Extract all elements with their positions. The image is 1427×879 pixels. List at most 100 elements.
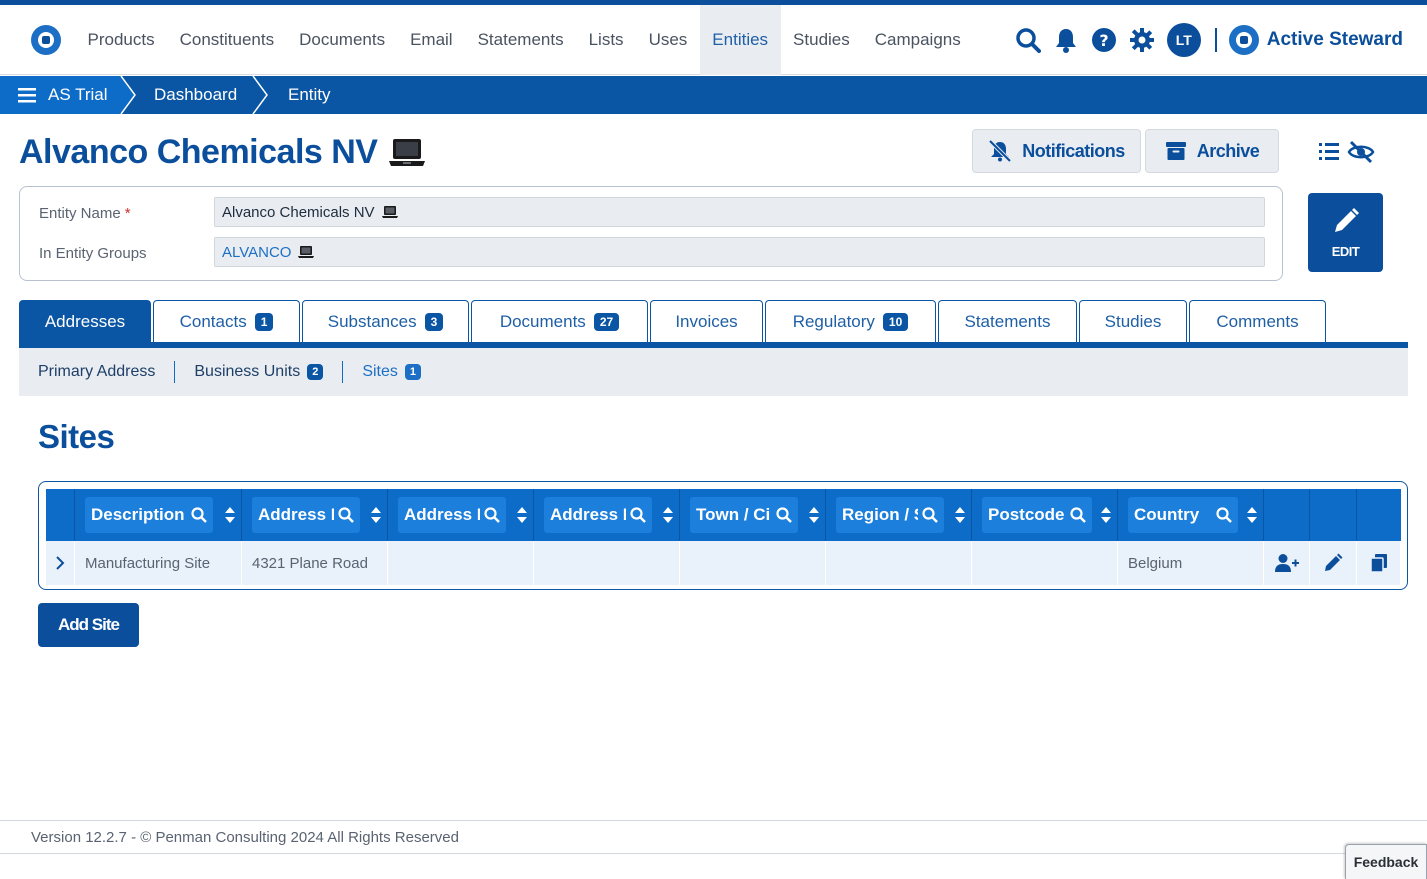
add-site-button[interactable]: Add Site	[38, 603, 139, 647]
nav-item-campaigns[interactable]: Campaigns	[862, 5, 973, 75]
tab-invoices[interactable]: Invoices	[650, 300, 763, 342]
edit-row-button[interactable]	[1310, 541, 1357, 585]
column-filter[interactable]: Region / S	[836, 497, 944, 533]
search-icon[interactable]	[1216, 507, 1232, 523]
sort-icon[interactable]	[663, 507, 673, 523]
count-badge: 1	[404, 364, 422, 380]
column-filter[interactable]: Address L	[252, 497, 360, 533]
help-icon[interactable]: ?	[1085, 21, 1123, 59]
user-avatar[interactable]: LT	[1166, 23, 1201, 57]
column-filter[interactable]: Postcode	[982, 497, 1092, 533]
archive-button[interactable]: Archive	[1145, 129, 1279, 173]
search-icon[interactable]	[1009, 21, 1047, 59]
nav-item-uses[interactable]: Uses	[636, 5, 700, 75]
subtab-primary-address[interactable]: Primary Address	[19, 361, 174, 383]
main-menu: Products Constituents Documents Email St…	[75, 5, 973, 75]
tab-label: Contacts	[179, 311, 247, 331]
tab-statements[interactable]: Statements	[938, 300, 1077, 342]
subtab-sites[interactable]: Sites 1	[342, 361, 440, 383]
nav-item-entities[interactable]: Entities	[699, 5, 781, 75]
breadcrumb-separator-icon	[120, 76, 136, 114]
edit-button[interactable]: EDIT	[1308, 193, 1383, 272]
column-filter[interactable]: Description	[85, 497, 213, 533]
sort-icon[interactable]	[955, 507, 965, 523]
tab-substances[interactable]: Substances 3	[302, 300, 469, 342]
sort-icon[interactable]	[517, 507, 527, 523]
breadcrumb-item-trial[interactable]: AS Trial	[48, 85, 108, 105]
subtab-business-units[interactable]: Business Units 2	[174, 361, 342, 383]
column-header[interactable]: Region / S	[826, 489, 972, 541]
nav-item-statements[interactable]: Statements	[465, 5, 576, 75]
column-label: Postcode	[988, 505, 1065, 524]
tab-comments[interactable]: Comments	[1189, 300, 1326, 342]
column-header[interactable]: Address L	[242, 489, 388, 541]
breadcrumb-home[interactable]: AS Trial	[0, 76, 120, 114]
gear-icon[interactable]	[1123, 21, 1161, 59]
breadcrumb-item-entity: Entity	[288, 85, 331, 104]
tab-studies[interactable]: Studies	[1079, 300, 1187, 342]
column-header[interactable]: Postcode	[972, 489, 1118, 541]
add-contact-button[interactable]	[1264, 541, 1310, 585]
column-header[interactable]: Country	[1118, 489, 1264, 541]
search-icon[interactable]	[776, 507, 792, 523]
nav-item-constituents[interactable]: Constituents	[167, 5, 287, 75]
footer-divider	[0, 853, 1427, 854]
entity-name-label-text: Entity Name	[39, 205, 121, 222]
column-header[interactable]: Town / Ci	[680, 489, 826, 541]
list-icon[interactable]	[1318, 140, 1342, 162]
column-filter[interactable]: Town / Ci	[690, 497, 798, 533]
column-label: Country	[1134, 505, 1200, 524]
entity-tabs: Addresses Contacts 1 Substances 3 Document…	[19, 300, 1328, 342]
tab-label: Studies	[1104, 311, 1162, 331]
archive-icon	[1165, 142, 1186, 160]
tab-label: Documents	[499, 311, 586, 331]
expand-header	[46, 489, 75, 541]
nav-item-products[interactable]: Products	[75, 5, 167, 75]
nav-item-studies[interactable]: Studies	[781, 5, 863, 75]
search-icon[interactable]	[484, 507, 500, 523]
tab-documents[interactable]: Documents 27	[471, 300, 648, 342]
search-icon[interactable]	[1070, 507, 1086, 523]
column-label: Description	[91, 505, 185, 524]
tab-contacts[interactable]: Contacts 1	[153, 300, 300, 342]
column-filter[interactable]: Country	[1128, 497, 1238, 533]
table-row[interactable]: Manufacturing Site 4321 Plane Road Belgi…	[46, 541, 1401, 585]
feedback-button[interactable]: Feedback	[1345, 844, 1427, 879]
action-header	[1310, 489, 1357, 541]
sort-icon[interactable]	[1247, 507, 1257, 523]
page-title: Alvanco Chemicals NV	[19, 132, 378, 171]
tab-label: Invoices	[675, 311, 738, 331]
copy-row-button[interactable]	[1357, 541, 1401, 585]
column-label: Address L	[550, 505, 626, 524]
column-header[interactable]: Description	[75, 489, 242, 541]
tab-addresses[interactable]: Addresses	[19, 300, 151, 342]
footer-divider	[0, 820, 1427, 821]
app-logo-icon[interactable]	[31, 25, 61, 55]
column-label: Address L	[404, 505, 480, 524]
column-filter[interactable]: Address L	[398, 497, 506, 533]
notifications-button[interactable]: Notifications	[972, 129, 1141, 173]
entity-group-link[interactable]: ALVANCO	[222, 244, 291, 261]
sort-icon[interactable]	[371, 507, 381, 523]
eye-slash-icon[interactable]	[1346, 140, 1376, 164]
column-header[interactable]: Address L	[534, 489, 680, 541]
sort-icon[interactable]	[1101, 507, 1111, 523]
search-icon[interactable]	[630, 507, 646, 523]
search-icon[interactable]	[191, 507, 207, 523]
nav-item-email[interactable]: Email	[398, 5, 466, 75]
sort-icon[interactable]	[225, 507, 235, 523]
tab-regulatory[interactable]: Regulatory 10	[765, 300, 936, 342]
bell-icon[interactable]	[1047, 21, 1085, 59]
sort-icon[interactable]	[809, 507, 819, 523]
column-filter[interactable]: Address L	[544, 497, 652, 533]
menu-icon[interactable]	[18, 87, 36, 103]
expand-row-button[interactable]	[46, 541, 75, 585]
search-icon[interactable]	[338, 507, 354, 523]
column-header[interactable]: Address L	[388, 489, 534, 541]
breadcrumb-item-dashboard[interactable]: Dashboard	[154, 76, 237, 114]
search-icon[interactable]	[922, 507, 938, 523]
nav-item-lists[interactable]: Lists	[576, 5, 636, 75]
nav-item-documents[interactable]: Documents	[287, 5, 398, 75]
count-badge: 3	[424, 312, 444, 331]
count-badge: 2	[307, 364, 324, 380]
